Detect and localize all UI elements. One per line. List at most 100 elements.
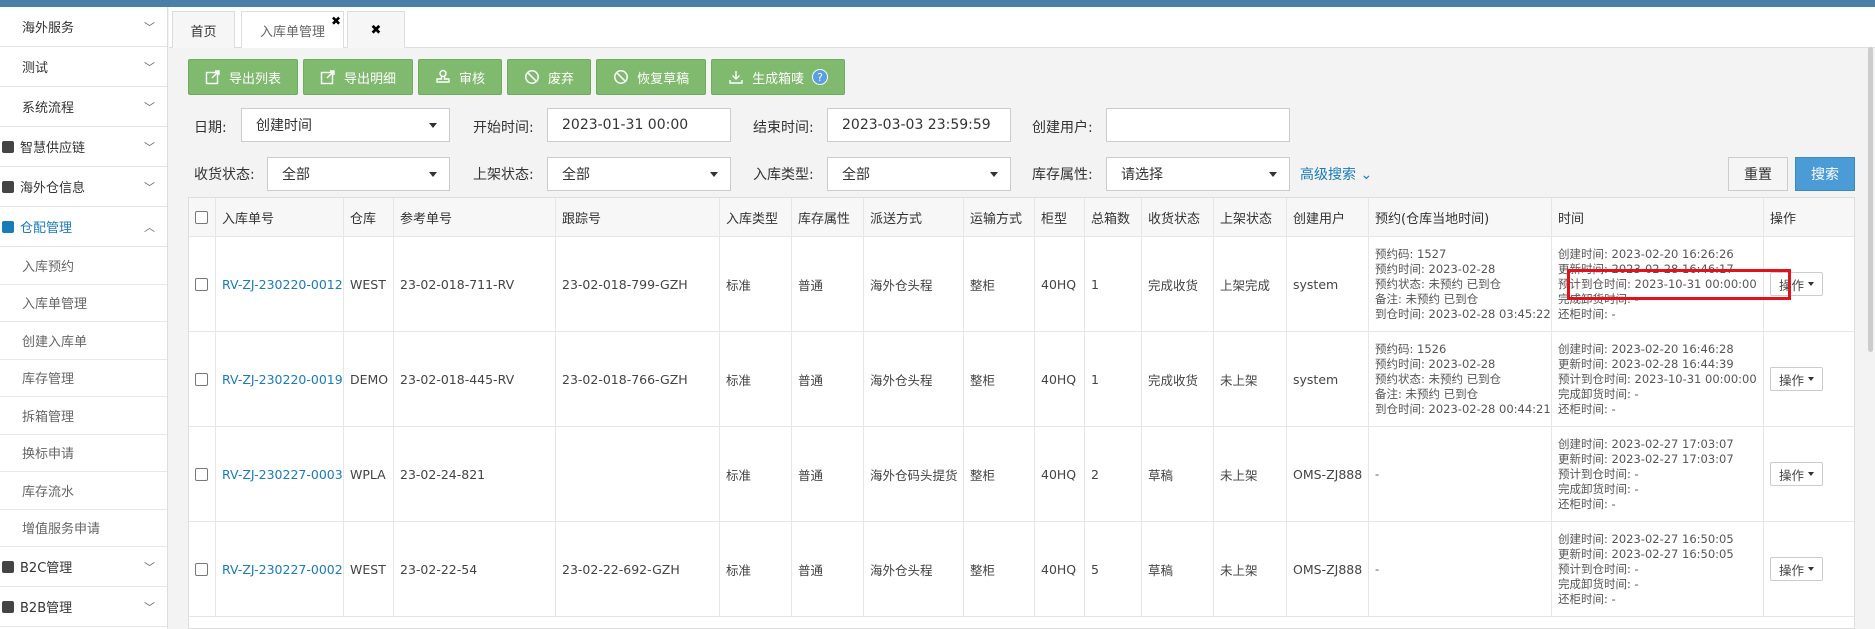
tab-home[interactable]: 首页 [172, 11, 235, 48]
creator-input[interactable] [1106, 108, 1290, 142]
close-icon[interactable]: ✖ [331, 14, 341, 28]
actions-dropdown-button[interactable]: 操作 [1770, 462, 1824, 486]
time-line: 创建时间: 2023-02-27 17:03:07 [1558, 436, 1734, 451]
table-cell: 1 [1085, 332, 1142, 426]
toolbar-button[interactable]: 导出明细 [303, 59, 414, 95]
tab-home-label: 首页 [190, 24, 217, 40]
order-number-link[interactable]: RV-ZJ-230220-0019 [222, 372, 343, 387]
table-cell[interactable] [189, 427, 216, 521]
header-cell: 参考单号 [394, 198, 556, 236]
sidebar-group-label: 测试 [22, 61, 49, 76]
table-cell[interactable] [189, 522, 216, 616]
booking-info: - [1375, 467, 1379, 482]
group-icon [2, 560, 14, 573]
row-checkbox[interactable] [195, 277, 208, 291]
ref-value: 23-02-22-54 [400, 561, 478, 577]
sidebar-group[interactable]: 智慧供应链 ﹀ [0, 127, 167, 167]
sidebar-item-label: 创建入库单 [22, 334, 88, 350]
booking-line: 预约状态: 未预约 已到仓 [1375, 276, 1502, 291]
table-cell: 普通 [792, 522, 864, 616]
booking-line: - [1375, 466, 1380, 481]
toolbar-button[interactable]: 废弃 [507, 59, 592, 95]
booking-info: 预约码: 1526 预约时间: 2023-02-28 预约状态: 未预约 已到仓 备注… [1375, 342, 1551, 417]
sidebar-group[interactable]: 仓配管理 ︿ [0, 207, 167, 247]
help-icon[interactable]: ? [812, 69, 829, 85]
toolbar-button-label: 生成箱唛 [752, 71, 805, 87]
sidebar-group[interactable]: 海外服务 ﹀ [0, 7, 167, 47]
order-number-link[interactable]: RV-ZJ-230220-0012 [222, 277, 343, 292]
sidebar-item[interactable]: 库存管理 [0, 359, 167, 397]
sidebar: 海外服务 ﹀ 测试 ﹀ 系统流程 ﹀ 智慧供应链 ﹀ 海外仓信息 ﹀ 仓配管理 ︿ 入库预约 入库单管理… [0, 7, 168, 629]
header-label: 总箱数 [1091, 211, 1131, 227]
sidebar-item[interactable]: 入库预约 [0, 247, 167, 285]
table-cell: 草稿 [1142, 427, 1214, 521]
table-cell: system [1287, 237, 1369, 331]
sidebar-item[interactable]: 增值服务申请 [0, 509, 167, 547]
table-row: RV-ZJ-230227-0002 WEST 23-02-22-54 23-02-22… [189, 522, 1854, 617]
reset-button[interactable]: 重置 [1728, 157, 1788, 191]
sidebar-group[interactable]: 海外仓信息 ﹀ [0, 167, 167, 207]
table-cell: OMS-ZJ888 [1287, 522, 1369, 616]
header-cell: 派送方式 [864, 198, 964, 236]
row-checkbox[interactable] [195, 372, 208, 386]
top-bar [0, 0, 1875, 7]
toolbar-button[interactable]: 生成箱唛? [711, 59, 846, 95]
actions-dropdown-button[interactable]: 操作 [1770, 367, 1824, 391]
export-icon [205, 69, 221, 85]
table-cell[interactable] [189, 237, 216, 331]
row-checkbox[interactable] [195, 467, 208, 481]
header-cell: 操作 [1764, 198, 1854, 236]
stock-attr-select[interactable]: 请选择 [1106, 157, 1290, 191]
toolbar-button[interactable]: 审核 [418, 59, 503, 95]
tab-inbound-orders[interactable]: 入库单管理 ✖ [241, 11, 344, 48]
tab-bar: 首页 入库单管理 ✖ ✖ [169, 7, 1875, 48]
toolbar-button[interactable]: 恢复草稿 [596, 59, 707, 95]
sidebar-item[interactable]: 入库单管理 [0, 284, 167, 322]
select-all-cell[interactable] [189, 198, 216, 236]
table-cell: 40HQ [1035, 332, 1085, 426]
export-icon [320, 69, 336, 85]
highlight-box [1567, 269, 1791, 300]
ref-value: 23-02-018-445-RV [400, 371, 515, 387]
scrollbar[interactable] [1868, 47, 1873, 352]
sidebar-group[interactable]: 系统流程 ﹀ [0, 87, 167, 127]
row-checkbox[interactable] [195, 562, 208, 576]
sidebar-item-label: 换标申请 [22, 447, 75, 463]
table-cell: 未上架 [1214, 332, 1287, 426]
booking-line: 备注: 未预约 已到仓 [1375, 386, 1479, 401]
toolbar-button[interactable]: 导出列表 [188, 59, 299, 95]
sidebar-group[interactable]: B2C管理 ﹀ [0, 547, 167, 587]
close-all-tabs-button[interactable]: ✖ [347, 11, 405, 48]
shelf-status-select[interactable]: 全部 [547, 157, 731, 191]
table-cell[interactable] [189, 332, 216, 426]
actions-dropdown-button[interactable]: 操作 [1770, 557, 1824, 581]
sidebar-item-label: 增值服务申请 [22, 522, 101, 538]
sidebar-item[interactable]: 创建入库单 [0, 322, 167, 360]
chevron-down-icon: ﹀ [144, 21, 155, 34]
sidebar-item[interactable]: 拆箱管理 [0, 397, 167, 435]
sidebar-item[interactable]: 库存流水 [0, 472, 167, 510]
header-label: 运输方式 [970, 211, 1023, 227]
user-value: OMS-ZJ888 [1293, 466, 1363, 482]
date-type-select[interactable]: 创建时间 [241, 108, 450, 142]
advanced-search-link[interactable]: 高级搜索 ⌄ [1300, 164, 1372, 184]
search-button[interactable]: 搜索 [1795, 157, 1855, 191]
sidebar-item[interactable]: 换标申请 [0, 434, 167, 472]
container-value: 40HQ [1041, 466, 1077, 482]
order-number-link[interactable]: RV-ZJ-230227-0002 [222, 562, 343, 577]
sidebar-group-label: 海外仓信息 [20, 181, 86, 196]
ban-icon [524, 69, 540, 85]
sidebar-group[interactable]: B2B管理 ﹀ [0, 587, 167, 627]
table-cell: 40HQ [1035, 237, 1085, 331]
inbound-type-select[interactable]: 全部 [827, 157, 1011, 191]
select-all-checkbox[interactable] [195, 210, 208, 224]
time-line: 还柜时间: - [1558, 496, 1616, 511]
end-time-input[interactable]: 2023-03-03 23:59:59 [827, 108, 1011, 142]
sidebar-group[interactable]: 测试 ﹀ [0, 47, 167, 87]
receive-status-select[interactable]: 全部 [267, 157, 450, 191]
header-cell: 运输方式 [964, 198, 1035, 236]
order-number-link[interactable]: RV-ZJ-230227-0003 [222, 467, 343, 482]
start-time-input[interactable]: 2023-01-31 00:00 [547, 108, 731, 142]
header-label: 入库单号 [222, 211, 275, 227]
table-cell: RV-ZJ-230220-0019 [216, 332, 344, 426]
